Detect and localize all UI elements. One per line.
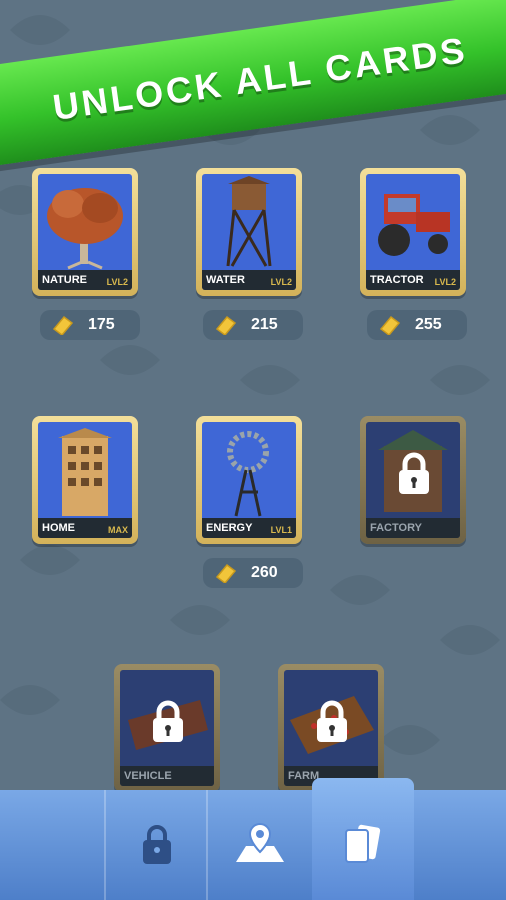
- map-pin-icon: [236, 822, 284, 862]
- padlock-icon: [317, 700, 347, 742]
- price-value: 175: [88, 316, 115, 333]
- card-name: VEHICLE: [124, 770, 172, 782]
- water-tower-icon: [226, 176, 272, 267]
- tab-cards[interactable]: [312, 778, 414, 900]
- bottom-nav-bar: [0, 778, 506, 900]
- card-name: TRACTOR: [370, 274, 424, 286]
- price-tag-tractor[interactable]: 255: [367, 310, 467, 340]
- cards-icon: [345, 824, 381, 863]
- card-name: HOME: [42, 522, 75, 534]
- ticket-icon: [215, 563, 237, 583]
- card-level: LVL2: [106, 277, 128, 287]
- card-energy[interactable]: ENERGY LVL1: [196, 416, 302, 544]
- card-level: MAX: [108, 525, 128, 535]
- card-nature[interactable]: NATURE LVL2: [32, 168, 138, 296]
- card-level: LVL2: [434, 277, 456, 287]
- price-tag-nature[interactable]: 175: [40, 310, 140, 340]
- card-vehicle-locked[interactable]: VEHICLE: [114, 664, 220, 792]
- card-tractor[interactable]: TRACTOR LVL2: [360, 168, 466, 296]
- card-farm-locked[interactable]: FARM: [278, 664, 384, 792]
- tab-map[interactable]: [206, 790, 312, 900]
- price-value: 255: [415, 316, 442, 333]
- card-name: FACTORY: [370, 522, 422, 534]
- card-home[interactable]: HOME MAX: [32, 416, 138, 544]
- ticket-icon: [215, 315, 237, 335]
- windmill-icon: [227, 431, 269, 517]
- price-value: 260: [251, 564, 278, 581]
- padlock-icon: [153, 700, 183, 742]
- price-value: 215: [251, 316, 278, 333]
- building-icon: [58, 428, 112, 516]
- card-name: WATER: [206, 274, 245, 286]
- card-level: LVL1: [270, 525, 292, 535]
- card-name: NATURE: [42, 274, 88, 286]
- ticket-icon: [52, 315, 74, 335]
- tab-unlock[interactable]: [104, 790, 208, 900]
- card-name: ENERGY: [206, 522, 253, 534]
- tractor-icon: [378, 194, 450, 256]
- card-level: LVL2: [270, 277, 292, 287]
- padlock-icon: [399, 452, 429, 494]
- price-tag-energy[interactable]: 260: [203, 558, 303, 588]
- price-tag-water[interactable]: 215: [203, 310, 303, 340]
- card-factory-locked[interactable]: FACTORY: [360, 416, 466, 544]
- card-water[interactable]: WATER LVL2: [196, 168, 302, 296]
- tree-icon: [47, 188, 123, 270]
- padlock-icon: [143, 825, 171, 864]
- ticket-icon: [379, 315, 401, 335]
